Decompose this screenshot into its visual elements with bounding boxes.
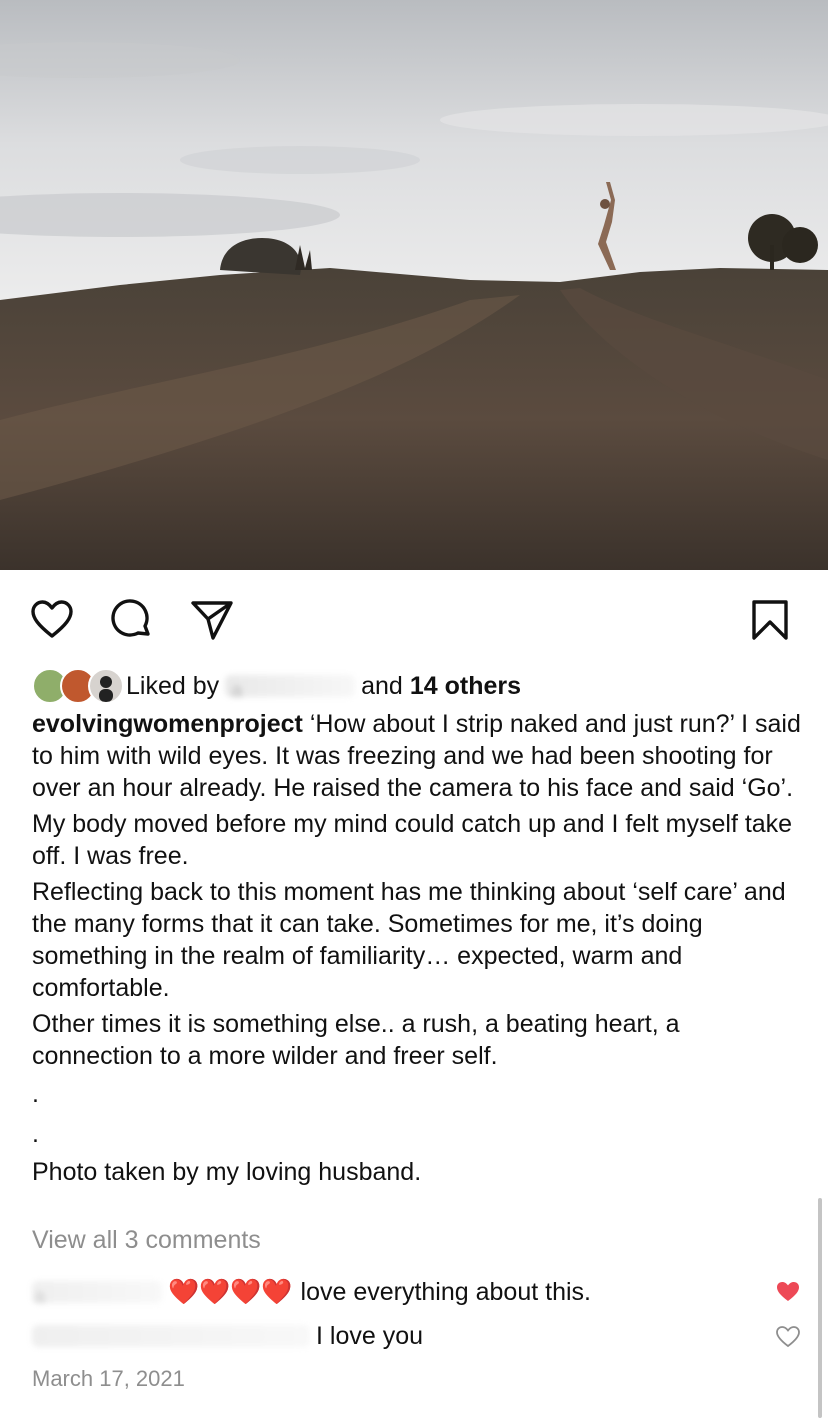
likes-summary[interactable]: Liked by a and 14 others <box>32 664 521 708</box>
heart-icon[interactable] <box>776 1280 800 1304</box>
heart-outline-icon[interactable] <box>776 1325 800 1349</box>
comment-icon[interactable] <box>110 598 154 642</box>
comment-item: a ❤️❤️❤️❤️ love everything about this. <box>32 1272 792 1312</box>
view-all-comments-link[interactable]: View all 3 comments <box>32 1226 261 1255</box>
comment-item: I love you <box>32 1316 792 1356</box>
post-photo <box>0 0 828 570</box>
comment-username[interactable]: a <box>32 1281 162 1308</box>
send-icon[interactable] <box>190 598 234 642</box>
comment-text: love everything about this. <box>300 1277 591 1306</box>
comment-username[interactable] <box>32 1325 310 1347</box>
caption-paragraph: . <box>32 1080 39 1108</box>
bookmark-icon[interactable] <box>748 598 792 642</box>
avatar <box>88 668 124 704</box>
liked-by-user[interactable]: a <box>225 675 356 702</box>
caption-paragraph: Other times it is something else.. a rus… <box>32 1010 680 1070</box>
caption-paragraph: . <box>32 1120 39 1148</box>
caption-username[interactable]: evolvingwomenproject <box>32 710 303 738</box>
post-caption: evolvingwomenproject ‘How about I strip … <box>32 708 802 1192</box>
likes-connector: and <box>361 671 403 700</box>
caption-paragraph: Photo taken by my loving husband. <box>32 1158 422 1186</box>
liker-avatars <box>32 668 124 704</box>
comment-text: I love you <box>316 1321 424 1350</box>
post-image[interactable] <box>0 0 828 570</box>
heart-emojis: ❤️❤️❤️❤️ <box>168 1277 293 1306</box>
post-date: March 17, 2021 <box>32 1366 185 1391</box>
likes-others[interactable]: 14 others <box>410 672 521 701</box>
heart-icon[interactable] <box>30 598 74 642</box>
caption-paragraph: Reflecting back to this moment has me th… <box>32 878 786 1002</box>
action-bar <box>0 570 828 666</box>
liked-by-prefix: Liked by <box>126 671 220 700</box>
scrollbar[interactable] <box>818 1198 822 1418</box>
caption-paragraph: My body moved before my mind could catch… <box>32 810 793 870</box>
